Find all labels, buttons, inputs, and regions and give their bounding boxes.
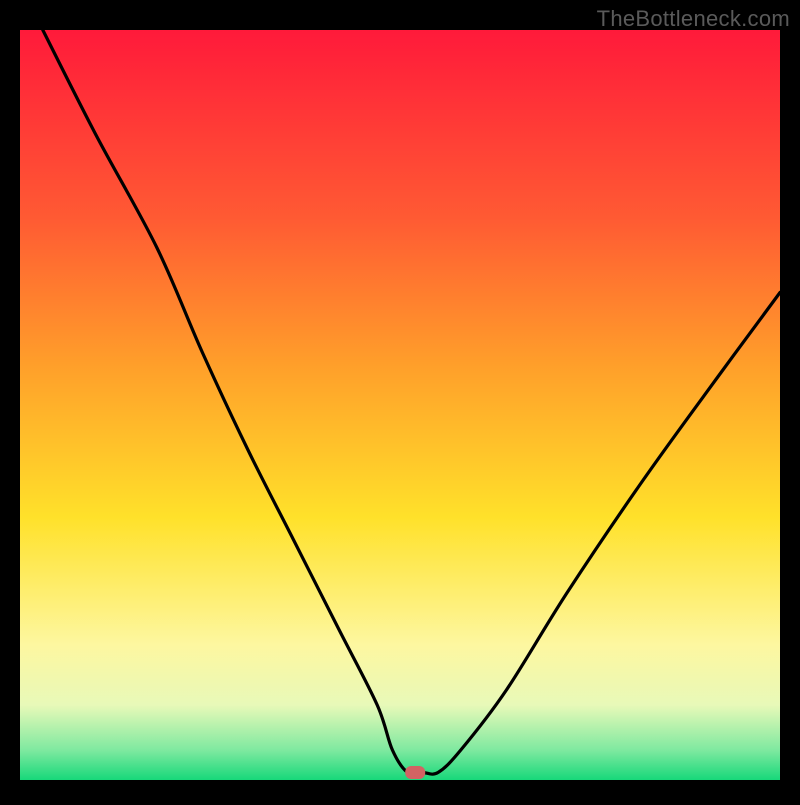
bottleneck-chart xyxy=(0,0,800,800)
watermark-text: TheBottleneck.com xyxy=(597,6,790,32)
minimum-marker xyxy=(405,766,425,779)
plot-area xyxy=(20,30,780,780)
